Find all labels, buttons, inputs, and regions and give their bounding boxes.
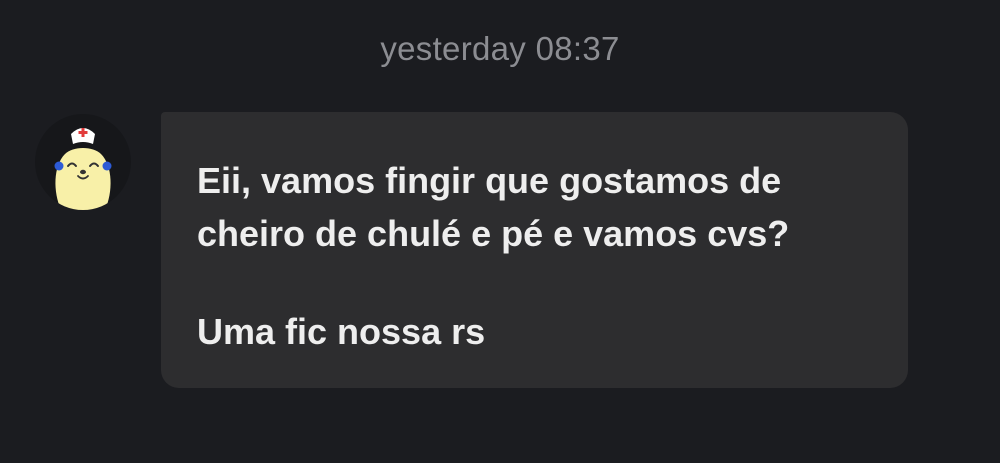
message-line-3: Uma fic nossa rs	[197, 311, 486, 352]
sender-avatar[interactable]	[35, 114, 131, 210]
nurse-mascot-avatar-icon	[54, 128, 112, 210]
chat-screen: yesterday 08:37 Eii, vamos fingir que go…	[0, 0, 1000, 463]
incoming-message-row: Eii, vamos fingir que gostamos de cheiro…	[35, 112, 915, 392]
message-line-1: Eii, vamos fingir que gostamos de	[197, 160, 782, 201]
message-paragraph-gap	[197, 260, 872, 305]
message-line-2: cheiro de chulé e pé e vamos cvs?	[197, 213, 790, 254]
message-timestamp: yesterday 08:37	[380, 30, 620, 67]
message-bubble[interactable]: Eii, vamos fingir que gostamos de cheiro…	[161, 112, 908, 388]
